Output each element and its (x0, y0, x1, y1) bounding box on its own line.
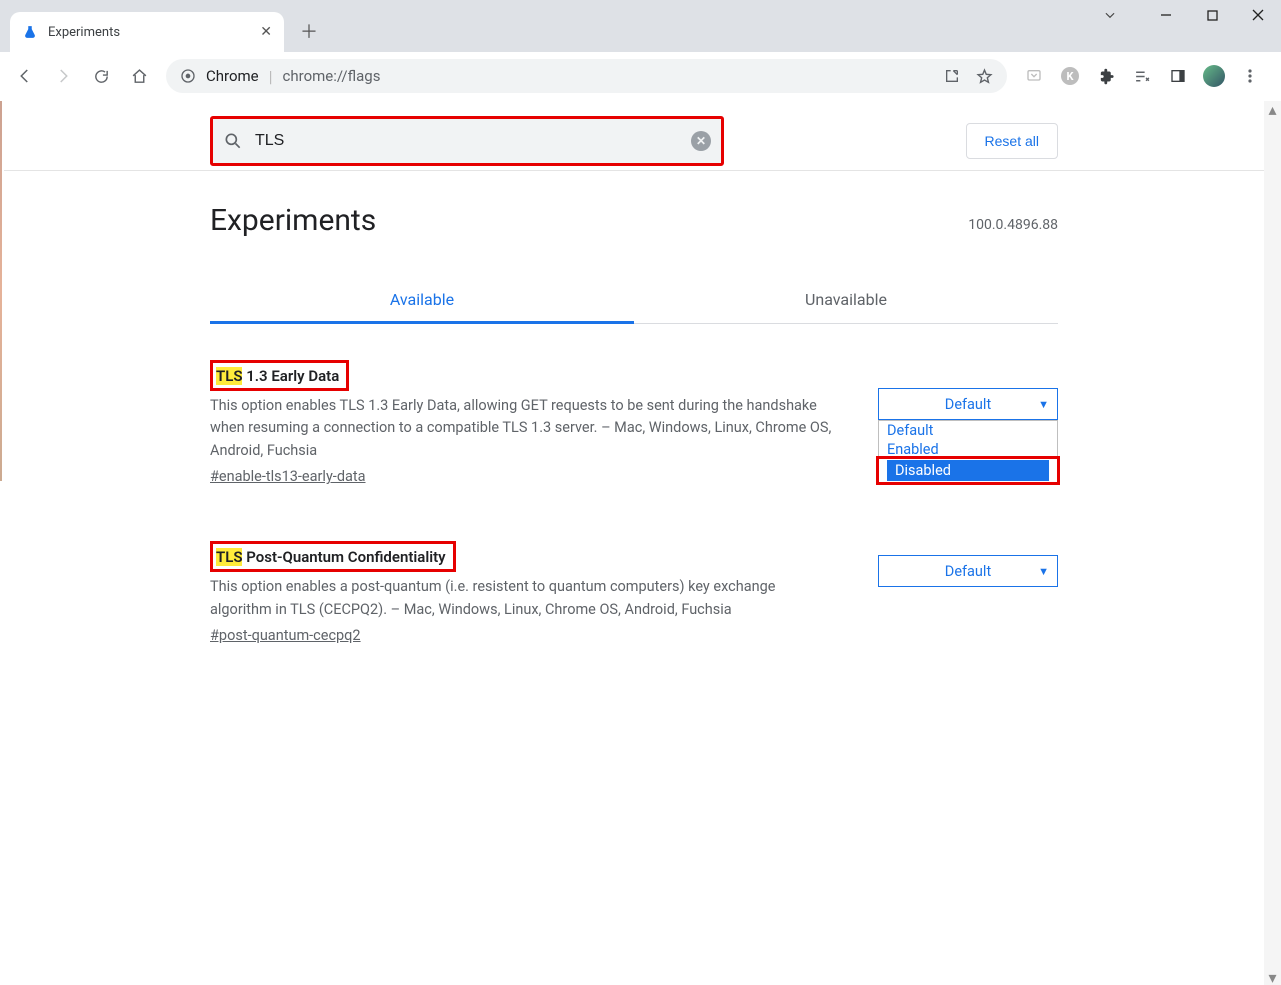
flag-permalink[interactable]: #enable-tls13-early-data (210, 468, 366, 485)
address-bar[interactable]: Chrome | chrome://flags (166, 59, 1007, 93)
omnibox-url: chrome://flags (283, 67, 934, 85)
tab-bar: Available Unavailable (210, 278, 1058, 324)
browser-toolbar: Chrome | chrome://flags K (0, 52, 1281, 101)
media-icon[interactable] (1125, 59, 1159, 93)
tab-title: Experiments (48, 25, 250, 40)
flags-search-input[interactable] (253, 131, 681, 151)
reload-button[interactable] (84, 59, 118, 93)
scroll-down-icon[interactable]: ▾ (1265, 969, 1280, 985)
dropdown-option-disabled[interactable]: Disabled (887, 460, 1049, 481)
flag-state-dropdown: Default Enabled Disabled (878, 420, 1058, 483)
tab-available[interactable]: Available (210, 278, 634, 324)
left-edge-strip (0, 101, 2, 481)
close-icon[interactable]: ✕ (260, 24, 272, 40)
flag-title-highlight: TLS 1.3 Early Data (210, 360, 349, 391)
flags-search-box[interactable]: ✕ (213, 119, 721, 163)
search-match: TLS (216, 367, 242, 385)
bookmark-star-icon[interactable] (976, 68, 993, 85)
flag-description: This option enables TLS 1.3 Early Data, … (210, 395, 840, 462)
new-tab-button[interactable]: ＋ (300, 18, 318, 44)
flag-state-select[interactable]: Default ▼ (878, 388, 1058, 420)
forward-button[interactable] (46, 59, 80, 93)
scroll-up-icon[interactable]: ▴ (1265, 101, 1280, 118)
flag-title: TLS 1.3 Early Data (216, 367, 339, 385)
chevron-down-icon: ▼ (1038, 398, 1049, 411)
clear-search-icon[interactable]: ✕ (691, 131, 711, 151)
flag-title: TLS Post-Quantum Confidentiality (216, 548, 446, 566)
dropdown-option-default[interactable]: Default (879, 421, 1057, 440)
flag-state-value: Default (945, 563, 991, 580)
chrome-icon (180, 68, 196, 84)
omnibox-site: Chrome (206, 67, 259, 85)
flag-permalink[interactable]: #post-quantum-cecpq2 (210, 627, 361, 644)
flags-top-bar: ✕ Reset all (4, 101, 1264, 171)
reset-all-button[interactable]: Reset all (966, 123, 1058, 159)
flag-state-value: Default (945, 396, 991, 413)
flag-state-select[interactable]: Default ▼ (878, 555, 1058, 587)
pocket-icon[interactable] (1017, 59, 1051, 93)
window-controls (1087, 0, 1281, 30)
tab-unavailable[interactable]: Unavailable (634, 278, 1058, 323)
home-button[interactable] (122, 59, 156, 93)
share-icon[interactable] (944, 68, 960, 84)
tab-strip: Experiments ✕ ＋ (0, 0, 1281, 52)
flag-item: TLS 1.3 Early Data This option enables T… (210, 360, 1058, 485)
flag-description: This option enables a post-quantum (i.e.… (210, 576, 840, 621)
chevron-down-icon: ▼ (1038, 565, 1049, 578)
page-title: Experiments (210, 203, 1058, 238)
maximize-button[interactable] (1189, 0, 1235, 30)
extensions-icon[interactable] (1089, 59, 1123, 93)
dropdown-option-disabled-highlight: Disabled (876, 456, 1060, 485)
kebab-menu-icon[interactable] (1233, 59, 1267, 93)
k-extension-icon[interactable]: K (1053, 59, 1087, 93)
close-window-button[interactable] (1235, 0, 1281, 30)
flag-item: TLS Post-Quantum Confidentiality This op… (210, 541, 1058, 644)
search-box-highlight: ✕ (210, 116, 724, 166)
flask-icon (22, 24, 38, 40)
flag-title-highlight: TLS Post-Quantum Confidentiality (210, 541, 456, 572)
search-match: TLS (216, 548, 242, 566)
tab-list-chevron-icon[interactable] (1087, 0, 1133, 30)
chrome-version: 100.0.4896.88 (968, 217, 1058, 233)
profile-avatar[interactable] (1197, 59, 1231, 93)
browser-tab[interactable]: Experiments ✕ (10, 12, 284, 52)
svg-text:K: K (1067, 70, 1075, 83)
search-icon (223, 131, 243, 151)
vertical-scrollbar[interactable]: ▴ ▾ (1264, 101, 1281, 985)
sidepanel-icon[interactable] (1161, 59, 1195, 93)
back-button[interactable] (8, 59, 42, 93)
page-viewport: ▴ ▾ ✕ Reset all Experiments 100.0.4896.8 (0, 101, 1281, 985)
minimize-button[interactable] (1143, 0, 1189, 30)
omnibox-separator: | (269, 67, 273, 86)
